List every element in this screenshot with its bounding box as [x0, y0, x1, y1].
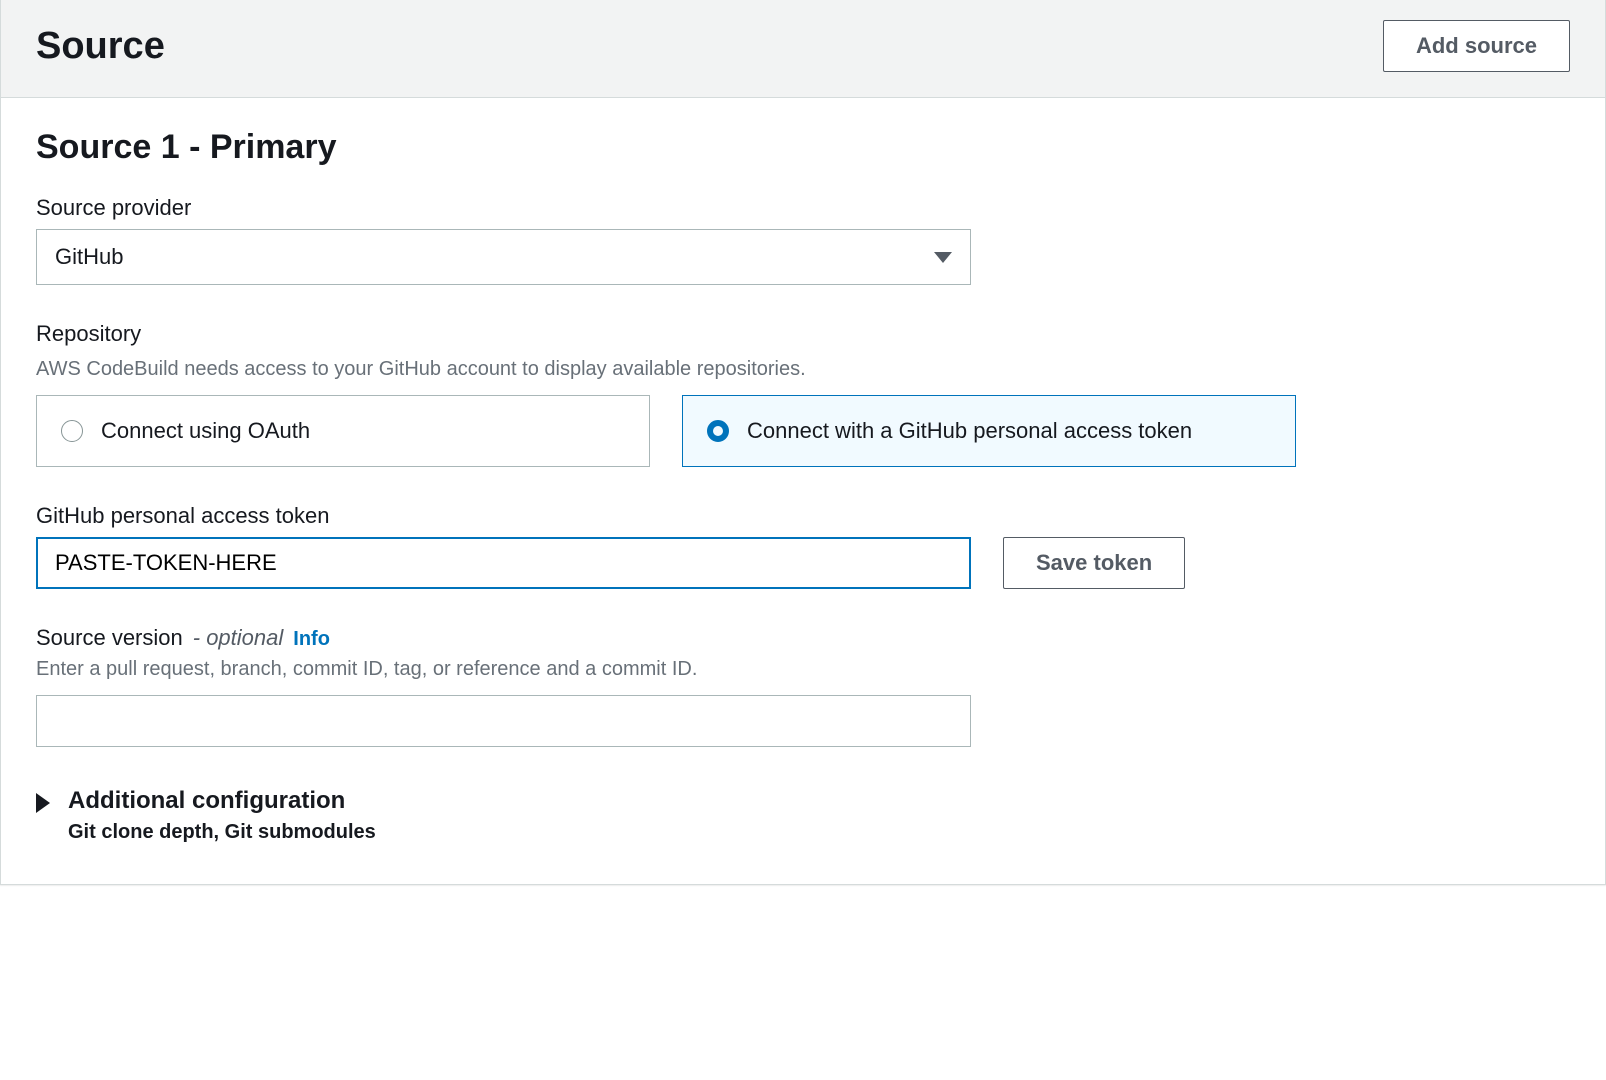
additional-configuration-expander[interactable]: Additional configuration Git clone depth…: [36, 787, 1570, 844]
token-input[interactable]: [36, 537, 971, 589]
source-section-title: Source 1 - Primary: [36, 128, 1570, 167]
source-version-description: Enter a pull request, branch, commit ID,…: [36, 655, 1570, 683]
source-version-input[interactable]: [36, 695, 971, 747]
additional-config-title: Additional configuration: [68, 787, 376, 815]
radio-icon: [707, 420, 729, 442]
radio-icon: [61, 420, 83, 442]
repository-description: AWS CodeBuild needs access to your GitHu…: [36, 355, 1570, 383]
repository-option-oauth[interactable]: Connect using OAuth: [36, 395, 650, 467]
source-provider-value: GitHub: [55, 244, 123, 270]
caret-right-icon: [36, 793, 50, 813]
source-provider-label: Source provider: [36, 195, 1570, 221]
source-provider-select[interactable]: GitHub: [36, 229, 971, 285]
save-token-button[interactable]: Save token: [1003, 537, 1185, 589]
source-version-label: Source version: [36, 625, 183, 651]
caret-down-icon: [934, 252, 952, 263]
repository-option-oauth-label: Connect using OAuth: [101, 418, 310, 444]
page-title: Source: [36, 25, 165, 68]
token-label: GitHub personal access token: [36, 503, 1570, 529]
source-version-info-link[interactable]: Info: [293, 628, 330, 651]
additional-config-subtitle: Git clone depth, Git submodules: [68, 821, 376, 844]
repository-option-pat[interactable]: Connect with a GitHub personal access to…: [682, 395, 1296, 467]
add-source-button[interactable]: Add source: [1383, 20, 1570, 72]
source-version-optional: - optional: [193, 625, 284, 651]
repository-label: Repository: [36, 321, 1570, 347]
repository-option-pat-label: Connect with a GitHub personal access to…: [747, 418, 1192, 444]
